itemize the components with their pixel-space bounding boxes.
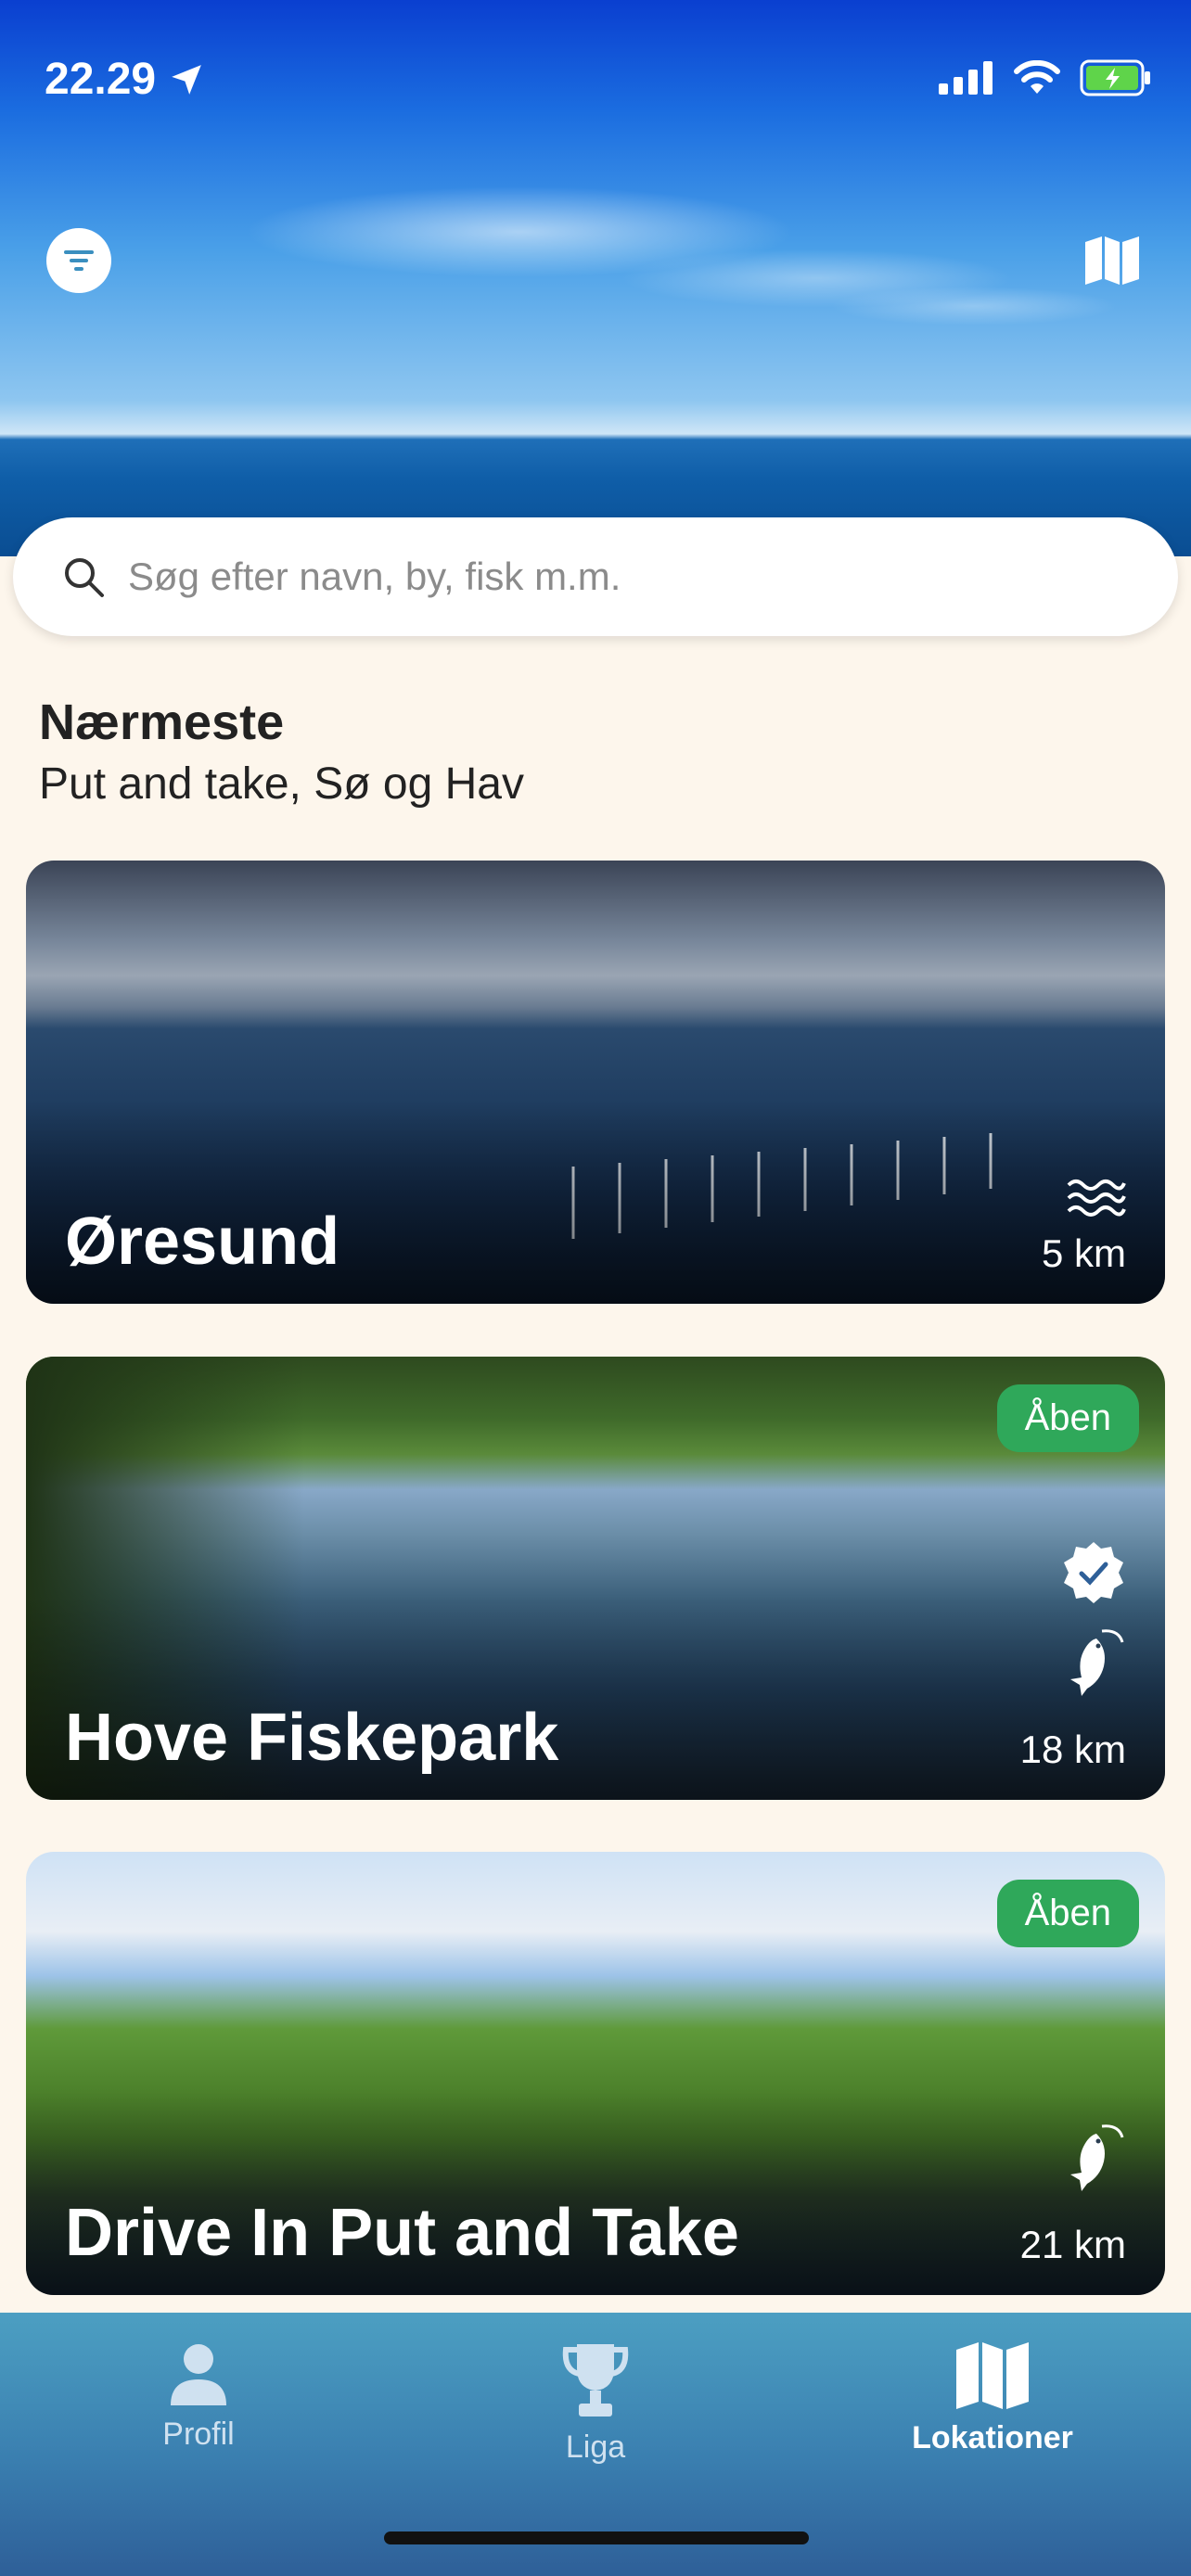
tab-label: Profil — [162, 2417, 235, 2452]
filter-icon — [64, 250, 94, 271]
card-distance: 21 km — [1019, 2223, 1126, 2266]
card-title: Drive In Put and Take — [65, 2196, 739, 2270]
tab-profil[interactable]: Profil — [78, 2340, 319, 2453]
search-input[interactable] — [126, 554, 1104, 600]
tab-label: Lokationer — [912, 2420, 1073, 2455]
location-card-oresund[interactable]: Øresund 5 km — [26, 861, 1165, 1304]
card-title: Øresund — [65, 1205, 340, 1279]
location-card-hove-fiskepark[interactable]: Åben Hove Fiskepark 18 km — [26, 1357, 1165, 1800]
person-icon — [171, 2344, 226, 2405]
tab-liga[interactable]: Liga — [475, 2340, 716, 2466]
wifi-icon — [1014, 60, 1060, 94]
battery-icon — [1080, 59, 1150, 96]
status-time-text: 22.29 — [45, 55, 157, 104]
map-icon — [1085, 236, 1139, 285]
waves-icon — [1067, 1180, 1126, 1217]
map-view-button[interactable] — [1080, 228, 1145, 293]
card-title: Hove Fiskepark — [65, 1701, 559, 1775]
open-badge: Åben — [996, 1384, 1139, 1452]
fish-icon — [1070, 2124, 1124, 2191]
card-distance: 5 km — [1041, 1231, 1126, 1275]
search-icon — [65, 558, 104, 597]
section-subtitle: Put and take, Sø og Hav — [39, 759, 524, 809]
status-time: 22.29 — [45, 54, 204, 105]
tab-label: Liga — [565, 2429, 626, 2465]
signal-icon — [939, 61, 992, 95]
verified-badge-icon — [1064, 1542, 1123, 1603]
filter-button[interactable] — [46, 228, 111, 293]
status-bar: 22.29 — [0, 0, 1191, 158]
section-title: Nærmeste — [39, 695, 285, 750]
fish-icon — [1070, 1629, 1124, 1696]
card-distance: 18 km — [1019, 1728, 1126, 1771]
search-bar[interactable] — [13, 517, 1178, 636]
open-badge: Åben — [996, 1880, 1139, 1947]
tab-lokationer[interactable]: Lokationer — [872, 2340, 1113, 2456]
map-icon — [956, 2342, 1029, 2409]
location-arrow-icon — [172, 64, 201, 95]
location-card-drive-in-put-and-take[interactable]: Åben Drive In Put and Take 21 km — [26, 1852, 1165, 2295]
trophy-icon — [562, 2344, 629, 2417]
home-indicator — [384, 2531, 809, 2544]
